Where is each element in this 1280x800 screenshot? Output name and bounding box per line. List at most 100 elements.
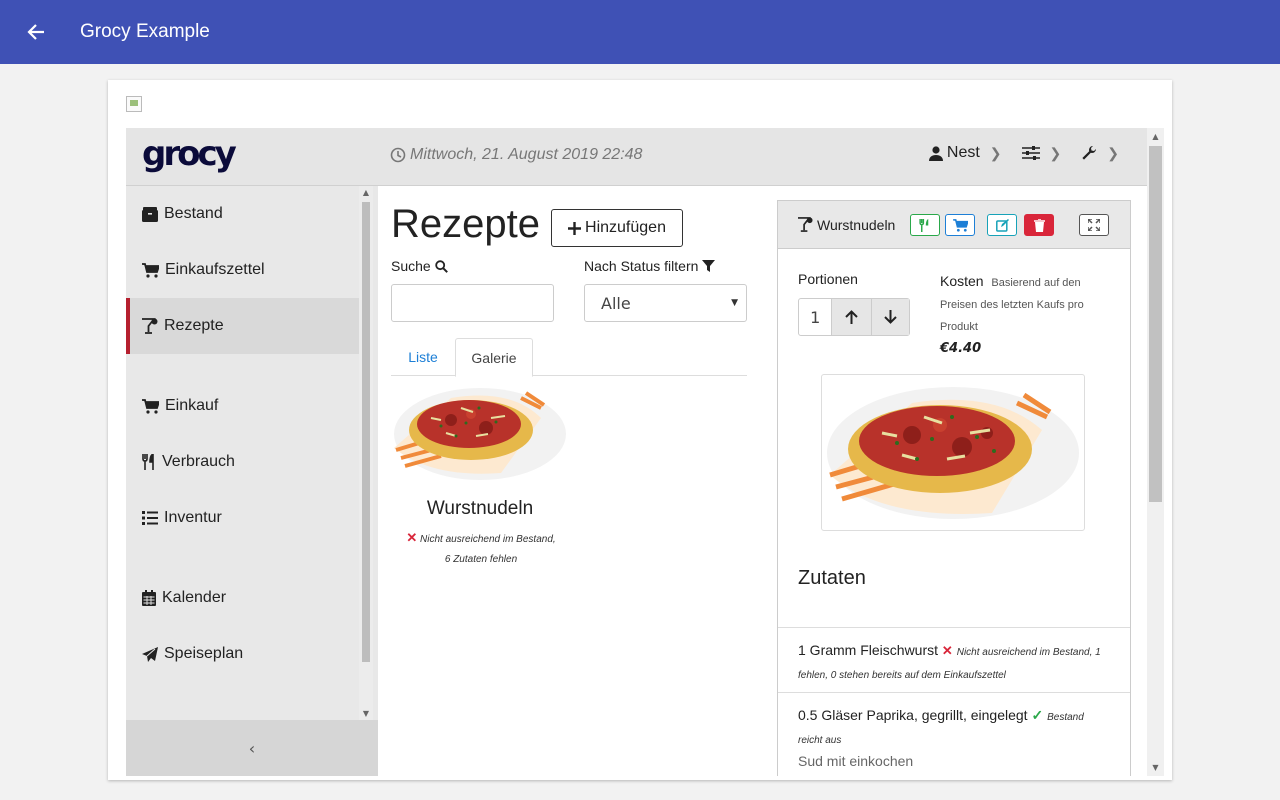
user-menu[interactable]: Nest ❯ (928, 144, 1002, 162)
sidebar-item-label: Speiseplan (164, 645, 244, 662)
sidebar-item-label: Einkaufszettel (165, 261, 265, 278)
delete-recipe-button[interactable] (1024, 214, 1054, 236)
sidebar-item-speiseplan[interactable]: Speiseplan (126, 626, 359, 682)
cocktail-icon (142, 318, 158, 334)
sidebar-item-rezepte[interactable]: Rezepte (126, 298, 359, 354)
utensils-icon (142, 454, 154, 470)
search-input[interactable] (391, 284, 554, 322)
sidebar-item-einkauf[interactable]: Einkauf (126, 378, 359, 434)
ingredient-text: 0.5 Gläser Paprika, gegrillt, eingelegt (798, 707, 1028, 723)
sidebar: Bestand Einkaufszettel Rezepte Einkauf V… (126, 186, 378, 776)
check-icon: ✓ (1031, 707, 1044, 723)
kosten-label: Kosten (940, 273, 984, 289)
scroll-down-icon[interactable]: ▼ (1147, 763, 1164, 772)
tab-liste[interactable]: Liste (391, 338, 455, 376)
recipe-price: €4.40 (940, 341, 982, 356)
recipe-thumbnail[interactable] (391, 378, 569, 490)
recipe-detail-title: Wurstnudeln (817, 216, 896, 233)
scroll-up-icon[interactable]: ▲ (359, 188, 373, 197)
edit-recipe-button[interactable] (987, 214, 1017, 236)
clock-icon (390, 147, 406, 163)
add-recipe-button[interactable]: Hinzufügen (551, 209, 683, 247)
view-tabs: Liste Galerie (391, 338, 747, 377)
page-scroll-thumb[interactable] (1149, 146, 1162, 502)
arrow-down-icon (884, 310, 897, 324)
arrow-up-icon (845, 310, 858, 324)
sidebar-scrollbar[interactable]: ▲ ▼ (359, 186, 373, 720)
filter-label-row: Nach Status filtern (584, 258, 716, 274)
sidebar-item-label: Kalender (162, 589, 227, 606)
sidebar-nav: Bestand Einkaufszettel Rezepte Einkauf V… (126, 186, 359, 720)
chevron-right-icon: ❯ (989, 144, 1002, 161)
recipe-card-status: ✕ Nicht ausreichend im Bestand, 6 Zutate… (403, 528, 559, 570)
recipe-detail-panel: Wurstnudeln Portionen Kosten Basierend a… (777, 200, 1131, 776)
increase-button[interactable] (832, 299, 871, 335)
broken-image-icon (126, 96, 142, 112)
caret-down-icon: ▼ (731, 298, 738, 308)
paper-plane-icon (142, 646, 158, 662)
zutaten-title: Zutaten (798, 567, 866, 589)
add-recipe-label: Hinzufügen (585, 219, 666, 236)
recipe-card-title[interactable]: Wurstnudeln (391, 498, 569, 520)
scroll-down-icon[interactable]: ▼ (359, 709, 373, 718)
edit-icon (995, 218, 1009, 232)
chevron-right-icon: ❯ (1049, 144, 1062, 161)
grocy-logo[interactable]: grocy (142, 134, 237, 174)
wrench-icon (1082, 146, 1097, 160)
portionen-stepper: 1 (798, 298, 910, 336)
recipe-detail-name: Wurstnudeln (798, 217, 895, 233)
search-label: Suche (391, 258, 431, 274)
tools-menu[interactable]: ❯ (1081, 145, 1119, 162)
scroll-up-icon[interactable]: ▲ (1147, 132, 1164, 141)
sidebar-scroll-thumb[interactable] (362, 202, 370, 662)
sidebar-item-label: Verbrauch (162, 453, 235, 470)
header-menu: Nest ❯ ❯ ❯ (928, 144, 1119, 162)
sidebar-item-inventur[interactable]: Inventur (126, 490, 359, 546)
user-name: Nest (946, 144, 980, 161)
consume-recipe-button[interactable] (910, 214, 940, 236)
sidebar-item-kalender[interactable]: Kalender (126, 570, 359, 626)
ingredient-row: 1 Gramm Fleischwurst ✕ Nicht ausreichend… (778, 627, 1130, 698)
status-filter-value: Alle (601, 293, 631, 313)
sidebar-item-einkaufszettel[interactable]: Einkaufszettel (126, 242, 359, 298)
arrow-back-icon[interactable] (0, 0, 72, 64)
sidebar-item-verbrauch[interactable]: Verbrauch (126, 434, 359, 490)
sidebar-item-label: Inventur (164, 509, 222, 526)
plus-icon (568, 221, 582, 235)
portionen-label: Portionen (798, 271, 858, 287)
tab-galerie[interactable]: Galerie (455, 338, 533, 377)
recipe-image (821, 374, 1085, 531)
cocktail-icon (798, 217, 813, 232)
page-title: Rezepte (391, 202, 540, 246)
embedded-grocy-page: grocy Mittwoch, 21. August 2019 22:48 Ne… (126, 128, 1172, 776)
list-icon (142, 511, 158, 525)
filter-label: Nach Status filtern (584, 258, 699, 274)
portionen-input[interactable]: 1 (799, 299, 833, 335)
ingredient-note: Sud mit einkochen (798, 753, 914, 769)
decrease-button[interactable] (870, 299, 910, 335)
datetime-text: Mittwoch, 21. August 2019 22:48 (410, 146, 643, 163)
sliders-icon (1021, 146, 1040, 160)
cross-icon: ✕ (406, 530, 418, 545)
settings-menu[interactable]: ❯ (1021, 144, 1062, 162)
search-label-row: Suche (391, 258, 448, 274)
status-filter-select[interactable]: Alle ▼ (584, 284, 747, 322)
page-scrollbar[interactable]: ▲ ▼ (1147, 128, 1164, 776)
chevron-left-icon: ‹ (248, 738, 256, 758)
recipes-main: Rezepte Hinzufügen Suche Nach Status fil… (378, 186, 777, 776)
user-icon (928, 145, 943, 161)
recipe-card-status-text: Nicht ausreichend im Bestand, 6 Zutaten … (420, 534, 556, 565)
sidebar-collapse-button[interactable]: ‹ (126, 720, 378, 776)
trash-icon (1033, 218, 1045, 232)
add-to-shoppinglist-button[interactable] (945, 214, 975, 236)
chevron-right-icon: ❯ (1107, 144, 1119, 161)
app-title: Grocy Example (80, 21, 210, 42)
box-icon (142, 206, 158, 222)
grocy-header: grocy Mittwoch, 21. August 2019 22:48 Ne… (126, 128, 1147, 186)
expand-button[interactable] (1079, 214, 1109, 236)
utensils-icon (919, 218, 929, 232)
ingredient-row: 0.5 Gläser Paprika, gegrillt, eingelegt … (778, 692, 1130, 776)
calendar-icon (142, 590, 156, 606)
sidebar-item-bestand[interactable]: Bestand (126, 186, 359, 242)
filter-icon (702, 259, 716, 272)
